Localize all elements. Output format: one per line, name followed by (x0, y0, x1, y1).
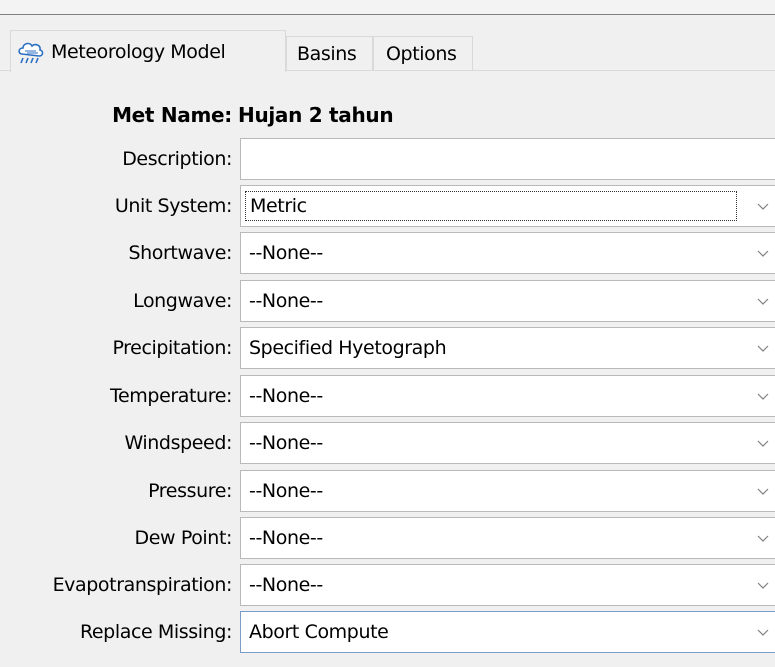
tab-basins[interactable]: Basins (286, 36, 373, 71)
dew-point-label: Dew Point: (134, 527, 233, 549)
temperature-row: Temperature: --None-- (0, 375, 775, 417)
chevron-down-icon (757, 629, 769, 636)
precipitation-select[interactable]: Specified Hyetograph (240, 327, 775, 369)
shortwave-row: Shortwave: --None-- (0, 232, 775, 274)
unit-system-select[interactable]: Metric (240, 185, 775, 227)
temperature-select[interactable]: --None-- (240, 375, 775, 417)
description-label: Description: (122, 148, 232, 170)
pressure-label: Pressure: (148, 480, 232, 502)
windspeed-select[interactable]: --None-- (240, 422, 775, 464)
chevron-down-icon (757, 298, 769, 305)
longwave-row: Longwave: --None-- (0, 280, 775, 322)
tab-meteorology-model-label: Meteorology Model (51, 40, 226, 63)
dew-point-select[interactable]: --None-- (240, 517, 775, 559)
windspeed-label: Windspeed: (124, 432, 232, 454)
longwave-select[interactable]: --None-- (240, 280, 775, 322)
temperature-value: --None-- (249, 385, 323, 407)
window-top-strip (0, 0, 775, 14)
chevron-down-icon (757, 345, 769, 352)
shortwave-select[interactable]: --None-- (240, 232, 775, 274)
description-row: Description: (0, 138, 775, 180)
longwave-value: --None-- (249, 290, 323, 312)
chevron-down-icon (757, 535, 769, 542)
evapotranspiration-select[interactable]: --None-- (240, 564, 775, 606)
windspeed-value: --None-- (249, 432, 323, 454)
replace-missing-value: Abort Compute (249, 621, 389, 643)
precipitation-value: Specified Hyetograph (249, 337, 447, 359)
unit-system-label: Unit System: (114, 195, 233, 217)
dew-point-row: Dew Point: --None-- (0, 517, 775, 559)
temperature-label: Temperature: (110, 385, 232, 407)
tab-meteorology-model[interactable]: Meteorology Model (10, 30, 286, 72)
weather-cloud-icon (18, 42, 44, 63)
replace-missing-label: Replace Missing: (79, 621, 232, 643)
pressure-value: --None-- (249, 480, 323, 502)
evapotranspiration-row: Evapotranspiration: --None-- (0, 564, 775, 606)
shortwave-value: --None-- (249, 242, 323, 264)
focus-indicator (245, 191, 737, 221)
evapotranspiration-value: --None-- (249, 574, 323, 596)
chevron-down-icon (757, 250, 769, 257)
met-name-row: Met Name: Hujan 2 tahun (0, 103, 775, 133)
replace-missing-row: Replace Missing: Abort Compute (0, 611, 775, 653)
dew-point-value: --None-- (249, 527, 323, 549)
precipitation-label: Precipitation: (112, 337, 232, 359)
tab-bar: Meteorology Model Basins Options (0, 15, 775, 72)
tab-options[interactable]: Options (373, 36, 473, 71)
shortwave-label: Shortwave: (128, 242, 232, 264)
unit-system-row: Unit System: Metric (0, 185, 775, 227)
chevron-down-icon (757, 488, 769, 495)
windspeed-row: Windspeed: --None-- (0, 422, 775, 464)
chevron-down-icon (757, 582, 769, 589)
chevron-down-icon (757, 393, 769, 400)
tab-options-label: Options (386, 43, 457, 65)
precipitation-row: Precipitation: Specified Hyetograph (0, 327, 775, 369)
longwave-label: Longwave: (133, 290, 232, 312)
chevron-down-icon (757, 203, 769, 210)
unit-system-value: Metric (250, 195, 307, 217)
description-input[interactable] (240, 138, 775, 180)
pressure-select[interactable]: --None-- (240, 470, 775, 512)
tab-basins-label: Basins (297, 43, 357, 65)
pressure-row: Pressure: --None-- (0, 470, 775, 512)
replace-missing-select[interactable]: Abort Compute (240, 611, 775, 653)
met-name-label: Met Name: (112, 103, 232, 127)
chevron-down-icon (757, 440, 769, 447)
evapotranspiration-label: Evapotranspiration: (52, 574, 233, 596)
met-name-value: Hujan 2 tahun (238, 103, 394, 127)
